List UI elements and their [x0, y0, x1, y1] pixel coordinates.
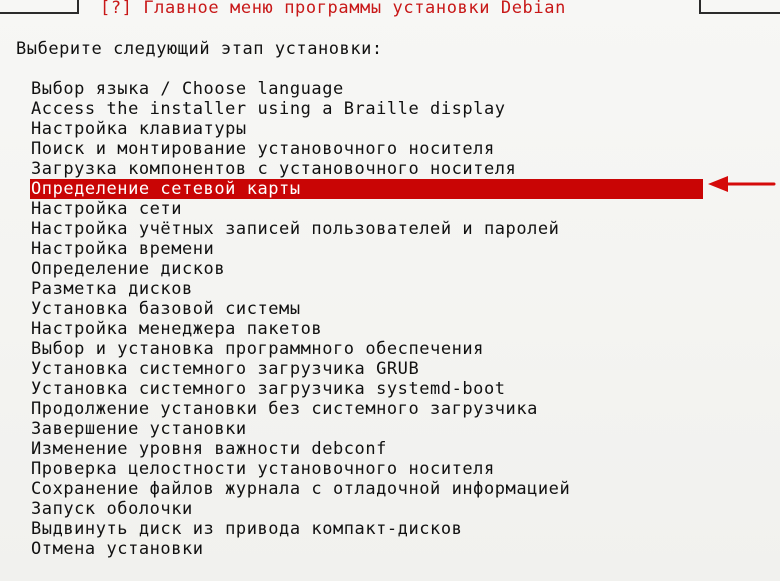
menu-item-shell[interactable]: Запуск оболочки: [30, 499, 703, 519]
menu-item-abort-install[interactable]: Отмена установки: [30, 539, 703, 559]
menu-item-eject-cdrom[interactable]: Выдвинуть диск из привода компакт-дисков: [30, 519, 703, 539]
left-arrow-icon: [708, 176, 776, 192]
menu-item-user-accounts[interactable]: Настройка учётных записей пользователей …: [30, 219, 703, 239]
frame-tick-left: [77, 0, 79, 14]
menu-item-mount-media[interactable]: Поиск и монтирование установочного носит…: [30, 139, 703, 159]
frame-line-right: [699, 12, 780, 14]
menu-item-package-manager[interactable]: Настройка менеджера пакетов: [30, 319, 703, 339]
frame-line-left: [0, 12, 78, 14]
menu-item-install-base[interactable]: Установка базовой системы: [30, 299, 703, 319]
menu-item-clock[interactable]: Настройка времени: [30, 239, 703, 259]
menu-item-language[interactable]: Выбор языка / Choose language: [30, 79, 703, 99]
menu-item-keyboard[interactable]: Настройка клавиатуры: [30, 119, 703, 139]
menu-item-save-logs[interactable]: Сохранение файлов журнала с отладочной и…: [30, 479, 703, 499]
menu-item-configure-network[interactable]: Настройка сети: [30, 199, 703, 219]
menu-item-grub[interactable]: Установка системного загрузчика GRUB: [30, 359, 703, 379]
installer-screen: [?] Главное меню программы установки Deb…: [0, 0, 780, 581]
menu-item-check-media[interactable]: Проверка целостности установочного носит…: [30, 459, 703, 479]
menu-item-braille[interactable]: Access the installer using a Braille dis…: [30, 99, 703, 119]
window-title: [?] Главное меню программы установки Deb…: [100, 0, 566, 18]
title-bar: [?] Главное меню программы установки Deb…: [0, 0, 780, 24]
menu-item-systemd-boot[interactable]: Установка системного загрузчика systemd-…: [30, 379, 703, 399]
menu-item-software-selection[interactable]: Выбор и установка программного обеспечен…: [30, 339, 703, 359]
menu-item-detect-network-card[interactable]: Определение сетевой карты: [30, 179, 703, 199]
step-prompt: Выберите следующий этап установки:: [16, 39, 383, 59]
menu-item-no-bootloader[interactable]: Продолжение установки без системного заг…: [30, 399, 703, 419]
menu-item-partition-disks[interactable]: Разметка дисков: [30, 279, 703, 299]
menu-item-finish-install[interactable]: Завершение установки: [30, 419, 703, 439]
menu-item-detect-disks[interactable]: Определение дисков: [30, 259, 703, 279]
menu-item-load-components[interactable]: Загрузка компонентов с установочного нос…: [30, 159, 703, 179]
menu-item-debconf-priority[interactable]: Изменение уровня важности debconf: [30, 439, 703, 459]
